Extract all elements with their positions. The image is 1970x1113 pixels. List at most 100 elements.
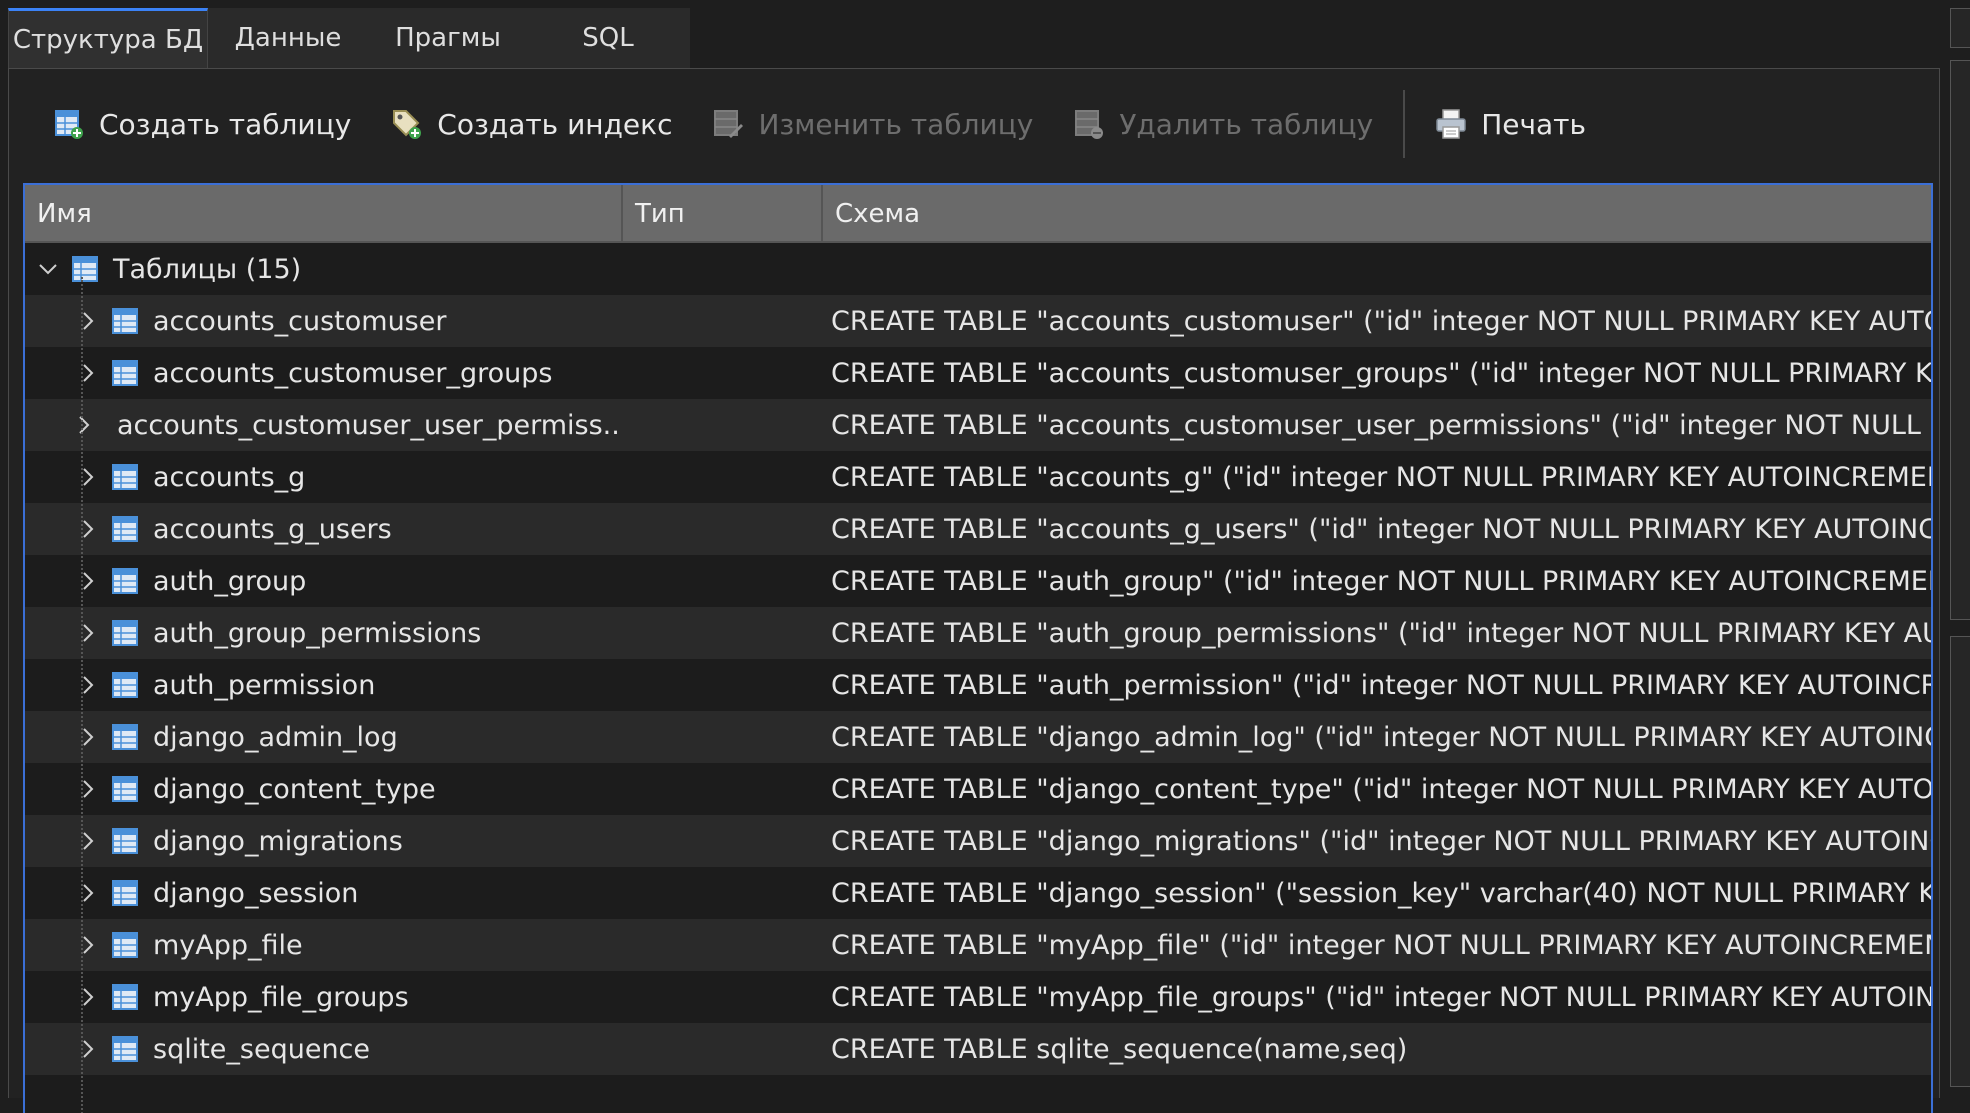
chevron-right-icon[interactable]: [73, 618, 103, 648]
table-schema: CREATE TABLE "myApp_file_groups" ("id" i…: [831, 981, 1931, 1013]
table-row[interactable]: django_migrations CREATE TABLE "django_mi…: [25, 815, 1931, 867]
create-index-icon: [393, 110, 422, 139]
table-row[interactable]: accounts_customuser_groups CREATE TABLE "…: [25, 347, 1931, 399]
tree-header: Имя Тип Схема: [25, 185, 1931, 243]
chevron-right-icon[interactable]: [73, 878, 103, 908]
modify-table-button[interactable]: Изменить таблицу: [712, 96, 1033, 152]
table-row[interactable]: accounts_customuser CREATE TABLE "account…: [25, 295, 1931, 347]
table-icon: [112, 880, 138, 906]
chevron-right-icon[interactable]: [73, 722, 103, 752]
table-row[interactable]: auth_group CREATE TABLE "auth_group" ("id…: [25, 555, 1931, 607]
tree-group-label: Таблицы (15): [113, 253, 302, 285]
table-row[interactable]: auth_permission CREATE TABLE "auth_permis…: [25, 659, 1931, 711]
table-row[interactable]: auth_group_permissions CREATE TABLE "auth…: [25, 607, 1931, 659]
table-icon: [112, 308, 138, 334]
chevron-right-icon[interactable]: [73, 306, 103, 336]
chevron-right-icon[interactable]: [73, 774, 103, 804]
chevron-right-icon[interactable]: [73, 514, 103, 544]
tab-bar: Структура БД Данные Прагмы SQL: [8, 8, 690, 68]
tree-guide-line: [81, 277, 83, 1113]
tab-pragmas[interactable]: Прагмы: [368, 8, 528, 68]
table-row[interactable]: django_session CREATE TABLE "django_sessi…: [25, 867, 1931, 919]
table-row[interactable]: accounts_g CREATE TABLE "accounts_g" ("id…: [25, 451, 1931, 503]
table-icon: [112, 516, 138, 542]
chevron-down-icon[interactable]: [33, 254, 63, 284]
chevron-right-icon[interactable]: [73, 826, 103, 856]
table-schema: CREATE TABLE "django_migrations" ("id" i…: [831, 825, 1931, 857]
right-panel-tab[interactable]: [1950, 8, 1970, 48]
toolbar: Создать таблицу Создать индекс Изменить …: [9, 69, 1939, 179]
table-row[interactable]: sqlite_sequence CREATE TABLE sqlite_seque…: [25, 1023, 1931, 1075]
create-table-label: Создать таблицу: [99, 107, 352, 141]
table-name: accounts_g_users: [153, 513, 392, 545]
chevron-right-icon[interactable]: [73, 670, 103, 700]
table-icon: [112, 776, 138, 802]
right-panel-upper: [1950, 60, 1970, 620]
column-header-name[interactable]: Имя: [25, 185, 623, 243]
tab-sql[interactable]: SQL: [528, 8, 688, 68]
print-label: Печать: [1481, 107, 1586, 141]
column-header-type[interactable]: Тип: [623, 185, 823, 243]
chevron-right-icon[interactable]: [73, 410, 95, 440]
table-schema: CREATE TABLE "accounts_customuser_user_p…: [831, 409, 1931, 441]
table-row[interactable]: accounts_customuser_user_permiss... CREAT…: [25, 399, 1931, 451]
table-icon: [112, 984, 138, 1010]
create-index-label: Создать индекс: [437, 107, 673, 141]
printer-icon: [1436, 109, 1466, 139]
chevron-right-icon[interactable]: [73, 462, 103, 492]
db-structure-panel: Создать таблицу Создать индекс Изменить …: [8, 68, 1940, 1113]
table-schema: CREATE TABLE "accounts_customuser_groups…: [831, 357, 1931, 389]
table-row[interactable]: django_content_type CREATE TABLE "django_…: [25, 763, 1931, 815]
table-schema: CREATE TABLE "django_session" ("session_…: [831, 877, 1931, 909]
table-icon: [112, 360, 138, 386]
create-index-button[interactable]: Создать индекс: [391, 96, 672, 152]
table-schema: CREATE TABLE "accounts_customuser" ("id"…: [831, 305, 1931, 337]
table-icon: [112, 828, 138, 854]
table-row[interactable]: myApp_file CREATE TABLE "myApp_file" ("id…: [25, 919, 1931, 971]
tab-db-structure[interactable]: Структура БД: [8, 8, 208, 68]
table-icon: [112, 672, 138, 698]
table-name: accounts_customuser_groups: [153, 357, 553, 389]
table-name: auth_permission: [153, 669, 376, 701]
table-name: django_admin_log: [153, 721, 398, 753]
table-name: sqlite_sequence: [153, 1033, 371, 1065]
table-icon: [112, 464, 138, 490]
table-schema: CREATE TABLE "myApp_file" ("id" integer …: [831, 929, 1931, 961]
table-icon: [112, 620, 138, 646]
print-button[interactable]: Печать: [1435, 96, 1586, 152]
create-table-icon: [55, 110, 83, 139]
right-panel-lower: [1950, 636, 1970, 1087]
toolbar-separator: [1403, 90, 1406, 158]
tree-group-tables[interactable]: Таблицы (15): [25, 243, 1931, 295]
create-table-button[interactable]: Создать таблицу: [53, 96, 351, 152]
table-name: myApp_file: [153, 929, 303, 961]
table-schema: CREATE TABLE "accounts_g_users" ("id" in…: [831, 513, 1931, 545]
table-row[interactable]: accounts_g_users CREATE TABLE "accounts_g…: [25, 503, 1931, 555]
modify-table-icon: [714, 110, 744, 138]
chevron-right-icon[interactable]: [73, 982, 103, 1012]
table-row[interactable]: django_admin_log CREATE TABLE "django_adm…: [25, 711, 1931, 763]
column-header-schema[interactable]: Схема: [823, 185, 1931, 243]
table-name: accounts_g: [153, 461, 306, 493]
table-name: django_migrations: [153, 825, 403, 857]
table-name: myApp_file_groups: [153, 981, 409, 1013]
chevron-right-icon[interactable]: [73, 930, 103, 960]
table-schema: CREATE TABLE sqlite_sequence(name,seq): [831, 1033, 1408, 1065]
delete-table-label: Удалить таблицу: [1119, 107, 1374, 141]
table-name: auth_group_permissions: [153, 617, 482, 649]
chevron-right-icon[interactable]: [73, 358, 103, 388]
tab-data[interactable]: Данные: [208, 8, 368, 68]
table-row[interactable]: myApp_file_groups CREATE TABLE "myApp_fil…: [25, 971, 1931, 1023]
table-name: accounts_customuser: [153, 305, 447, 337]
table-schema: CREATE TABLE "auth_group" ("id" integer …: [831, 565, 1931, 597]
table-schema: CREATE TABLE "django_content_type" ("id"…: [831, 773, 1931, 805]
chevron-right-icon[interactable]: [73, 1034, 103, 1064]
delete-table-icon: [1075, 110, 1104, 139]
schema-tree[interactable]: Имя Тип Схема Таблицы (15) accounts_cust…: [23, 183, 1933, 1113]
chevron-right-icon[interactable]: [73, 566, 103, 596]
modify-table-label: Изменить таблицу: [758, 107, 1034, 141]
table-schema: CREATE TABLE "auth_group_permissions" ("…: [831, 617, 1931, 649]
tree-body: Таблицы (15) accounts_customuser CREATE T…: [25, 243, 1931, 1075]
delete-table-button[interactable]: Удалить таблицу: [1073, 96, 1373, 152]
table-name: accounts_customuser_user_permiss...: [117, 409, 621, 441]
